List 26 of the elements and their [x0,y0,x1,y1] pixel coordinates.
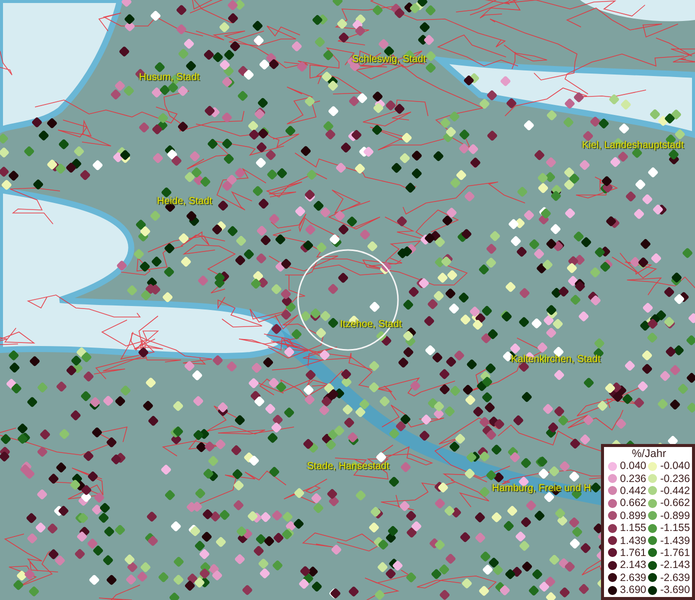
legend-value: -0.040 [660,460,690,472]
legend-value: 0.236 [620,472,646,485]
legend-value: -1.439 [660,534,690,547]
legend-value: 2.639 [620,572,646,584]
legend-value: -1.155 [660,522,690,534]
legend-value: -2.143 [660,559,690,572]
legend-value: -0.899 [660,510,690,522]
legend-value: 0.442 [620,484,646,497]
legend-value: -3.690 [660,584,690,596]
legend-value: 1.439 [620,534,646,547]
place-label: Kiel, Landeshauptstadt [582,140,684,151]
place-label: Husum, Stadt [139,72,200,83]
legend-value: 1.761 [620,546,646,559]
legend-value: -0.662 [660,497,690,510]
place-label: Heide, Stadt [157,196,212,207]
legend-value: 1.155 [620,522,646,534]
legend-value: -0.442 [660,484,690,497]
legend-value: -2.639 [660,572,690,584]
legend-value: 0.040 [620,460,646,472]
legend-value: 2.143 [620,559,646,572]
legend-value: -0.236 [660,472,690,485]
legend-value: 3.690 [620,584,646,596]
legend-value: -1.761 [660,546,690,559]
legend-value: 0.899 [620,510,646,522]
legend-title: %/Jahr [630,448,668,460]
legend-value: 0.662 [620,497,646,510]
